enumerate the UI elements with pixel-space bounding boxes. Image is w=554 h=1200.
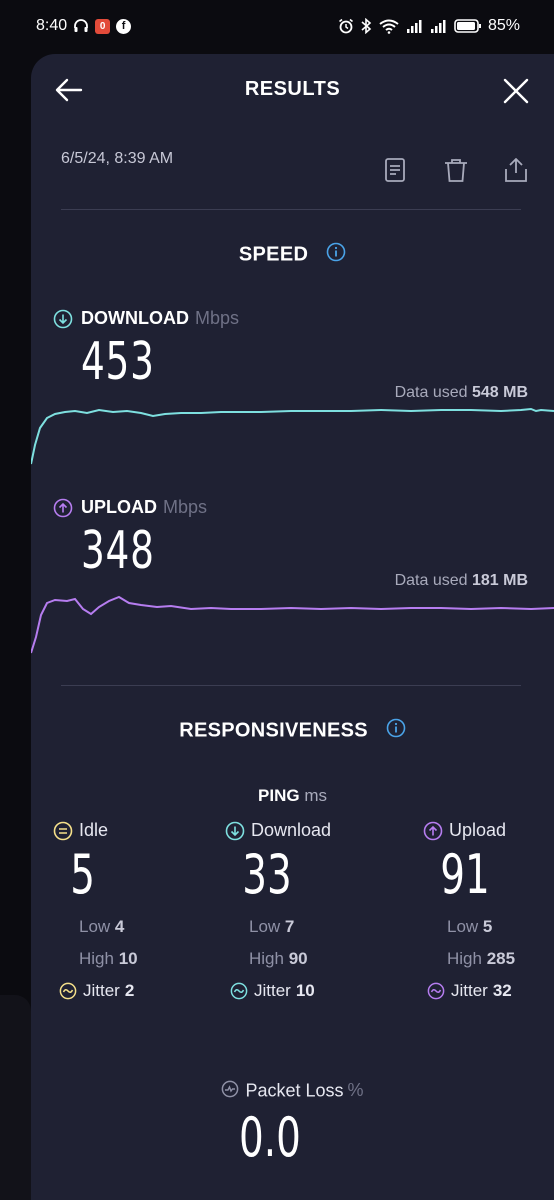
share-button[interactable] <box>502 156 530 184</box>
ping-upload-high-value: 285 <box>486 949 516 968</box>
signal-icon-2 <box>430 18 448 34</box>
idle-high: High 10 <box>53 949 213 969</box>
download-title: DOWNLOAD <box>81 308 189 328</box>
speed-title: SPEED <box>238 243 309 266</box>
ping-download-value: 33 <box>242 843 292 906</box>
idle-label: Idle <box>79 820 109 840</box>
download-line <box>31 407 554 465</box>
idle-low-value: 4 <box>114 917 125 936</box>
background-card <box>0 995 31 1200</box>
headphones-icon <box>73 18 89 34</box>
upload-arrow-icon <box>53 498 73 518</box>
result-date: 6/5/24, 8:39 AM <box>61 150 174 167</box>
upload-label: UPLOAD Mbps <box>53 497 207 518</box>
ping-download-jitter-value: 10 <box>295 981 315 1000</box>
ping-upload-high: High 285 <box>423 949 554 969</box>
ping-download-jitter-label: Jitter <box>254 981 291 1000</box>
ping-label: PING <box>258 786 300 805</box>
ping-upload-label: Upload <box>449 820 507 840</box>
upload-line <box>31 595 554 654</box>
status-bar: 8:40 0 f 85% <box>0 0 554 52</box>
download-unit: Mbps <box>194 308 239 328</box>
idle-low: Low 4 <box>53 917 213 937</box>
ping-download-label: Download <box>251 820 332 840</box>
jitter-icon <box>230 982 248 1000</box>
packet-loss-label: Packet Loss% <box>31 1080 554 1103</box>
download-value: 453 <box>81 332 155 392</box>
facebook-icon: f <box>116 18 132 34</box>
ping-download-high-value: 90 <box>288 949 308 968</box>
idle-jitter: Jitter 2 <box>53 981 213 1001</box>
ping-upload-low-label: Low <box>447 917 479 936</box>
document-icon <box>385 158 405 182</box>
ping-download-low-value: 7 <box>284 917 295 936</box>
ping-upload-value: 91 <box>440 843 490 906</box>
jitter-icon <box>427 982 445 1000</box>
bluetooth-icon <box>360 18 372 34</box>
ping-download-column: Download 33 Low 7 High 90 Jitter 10 <box>225 820 385 1001</box>
packet-loss-title: Packet Loss <box>245 1080 344 1101</box>
packet-loss-icon <box>221 1080 239 1103</box>
trash-icon <box>445 159 467 182</box>
clock: 8:40 <box>36 17 68 34</box>
battery-level: 85% <box>487 17 520 34</box>
upload-value: 348 <box>81 521 155 581</box>
ping-upload-low-value: 5 <box>482 917 493 936</box>
wifi-icon <box>378 18 400 34</box>
upload-unit: Mbps <box>163 497 208 517</box>
close-button[interactable] <box>501 76 531 106</box>
close-icon <box>503 78 529 104</box>
idle-value: 5 <box>70 843 96 906</box>
battery-icon <box>454 18 482 34</box>
share-icon <box>505 158 527 182</box>
info-icon[interactable] <box>326 242 346 268</box>
download-graph <box>31 407 554 465</box>
ping-upload-high-label: High <box>447 949 482 968</box>
idle-low-label: Low <box>79 917 111 936</box>
delete-button[interactable] <box>442 156 470 184</box>
ping-title: PING ms <box>31 786 554 806</box>
ping-upload-jitter: Jitter 32 <box>423 981 554 1001</box>
divider <box>61 209 521 210</box>
alarm-icon <box>338 18 354 34</box>
divider <box>61 685 521 686</box>
responsiveness-section-title: RESPONSIVENESS <box>31 718 554 744</box>
notification-app-icon: 0 <box>95 18 111 34</box>
idle-high-value: 10 <box>118 949 138 968</box>
jitter-icon <box>59 982 77 1000</box>
ping-download-high: High 90 <box>225 949 385 969</box>
page-title: RESULTS <box>244 78 341 100</box>
upload-graph <box>31 595 554 654</box>
idle-high-label: High <box>79 949 114 968</box>
upload-title: UPLOAD <box>81 497 157 517</box>
ping-upload-low: Low 5 <box>423 917 554 937</box>
idle-jitter-value: 2 <box>124 981 135 1000</box>
download-arrow-icon <box>225 821 245 841</box>
idle-icon <box>53 821 73 841</box>
download-label: DOWNLOAD Mbps <box>53 308 239 329</box>
results-sheet: RESULTS 6/5/24, 8:39 AM SPEED DOWNLOAD M… <box>31 54 554 1200</box>
responsiveness-title: RESPONSIVENESS <box>179 719 368 742</box>
upload-arrow-icon <box>423 821 443 841</box>
ping-download-low-label: Low <box>249 917 281 936</box>
ping-download-low: Low 7 <box>225 917 385 937</box>
ping-unit: ms <box>304 786 327 805</box>
packet-loss-value: 0.0 <box>239 1106 301 1169</box>
idle-jitter-label: Jitter <box>83 981 120 1000</box>
ping-download-high-label: High <box>249 949 284 968</box>
ping-upload-column: Upload 91 Low 5 High 285 Jitter 32 <box>423 820 554 1001</box>
ping-idle-column: Idle 5 Low 4 High 10 Jitter 2 <box>53 820 213 1001</box>
ping-upload-jitter-value: 32 <box>492 981 512 1000</box>
speed-section-title: SPEED <box>31 242 554 268</box>
details-button[interactable] <box>381 156 409 184</box>
ping-upload-jitter-label: Jitter <box>451 981 488 1000</box>
info-icon[interactable] <box>386 718 406 744</box>
ping-download-jitter: Jitter 10 <box>225 981 385 1001</box>
header: RESULTS <box>31 54 554 126</box>
download-arrow-icon <box>53 309 73 329</box>
signal-icon-1 <box>406 18 424 34</box>
packet-loss-unit: % <box>347 1080 364 1101</box>
